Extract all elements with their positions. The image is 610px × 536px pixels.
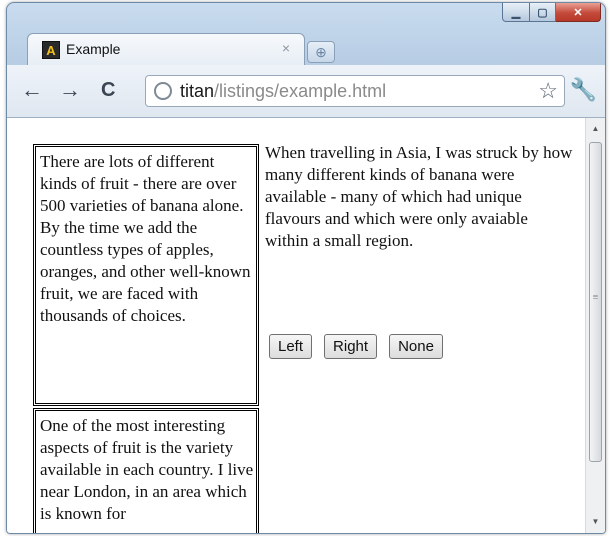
toolbar: ← → C titan/listings/example.html ☆ 🔧 [7, 65, 605, 118]
page-viewport: There are lots of different kinds of fru… [7, 118, 605, 533]
address-bar[interactable]: titan/listings/example.html ☆ [145, 75, 565, 107]
scroll-up-icon[interactable]: ▲ [586, 120, 605, 138]
reload-button[interactable]: C [101, 79, 115, 101]
minimize-icon: ▁ [511, 6, 521, 19]
left-button[interactable]: Left [269, 334, 313, 359]
right-button[interactable]: Right [324, 334, 378, 359]
maximize-button[interactable]: ▢ [530, 3, 556, 22]
fruit-box-2: One of the most interesting aspects of f… [33, 408, 259, 533]
close-icon: ✕ [573, 6, 583, 19]
box2-text: One of the most interesting aspects of f… [40, 416, 254, 523]
minimize-button[interactable]: ▁ [502, 3, 530, 22]
back-button[interactable]: ← [21, 79, 43, 101]
box1-text: There are lots of different kinds of fru… [40, 152, 251, 325]
window-controls: ▁ ▢ ✕ [502, 3, 601, 22]
tab-title: Example [66, 41, 121, 57]
favicon-icon: A [42, 41, 60, 59]
float-buttons: Left Right None [269, 334, 443, 359]
vertical-scrollbar[interactable]: ▲ ≡ ▼ [585, 118, 605, 533]
main-paragraph: When travelling in Asia, I was struck by… [265, 143, 573, 250]
fruit-box-1: There are lots of different kinds of fru… [33, 144, 259, 406]
url-path: /listings/example.html [214, 81, 387, 101]
tab-close-icon[interactable]: × [282, 40, 290, 56]
plus-icon: ⊕ [315, 43, 327, 60]
new-tab-button[interactable]: ⊕ [307, 41, 335, 63]
grip-icon: ≡ [592, 292, 599, 303]
url-host: titan [180, 81, 215, 101]
scrollbar-thumb[interactable]: ≡ [589, 142, 602, 462]
url-text: titan/listings/example.html [180, 81, 386, 102]
close-window-button[interactable]: ✕ [556, 3, 601, 22]
none-button[interactable]: None [389, 334, 443, 359]
scroll-down-icon[interactable]: ▼ [586, 513, 605, 531]
forward-button[interactable]: → [59, 79, 81, 101]
browser-window: ▁ ▢ ✕ A Example × ⊕ ← → C titan/listings… [6, 2, 606, 534]
globe-icon [154, 82, 172, 100]
bookmark-star-icon[interactable]: ☆ [538, 78, 558, 104]
maximize-icon: ▢ [537, 6, 548, 19]
tab-example[interactable]: A Example × [27, 33, 305, 65]
wrench-icon[interactable]: 🔧 [570, 77, 597, 103]
